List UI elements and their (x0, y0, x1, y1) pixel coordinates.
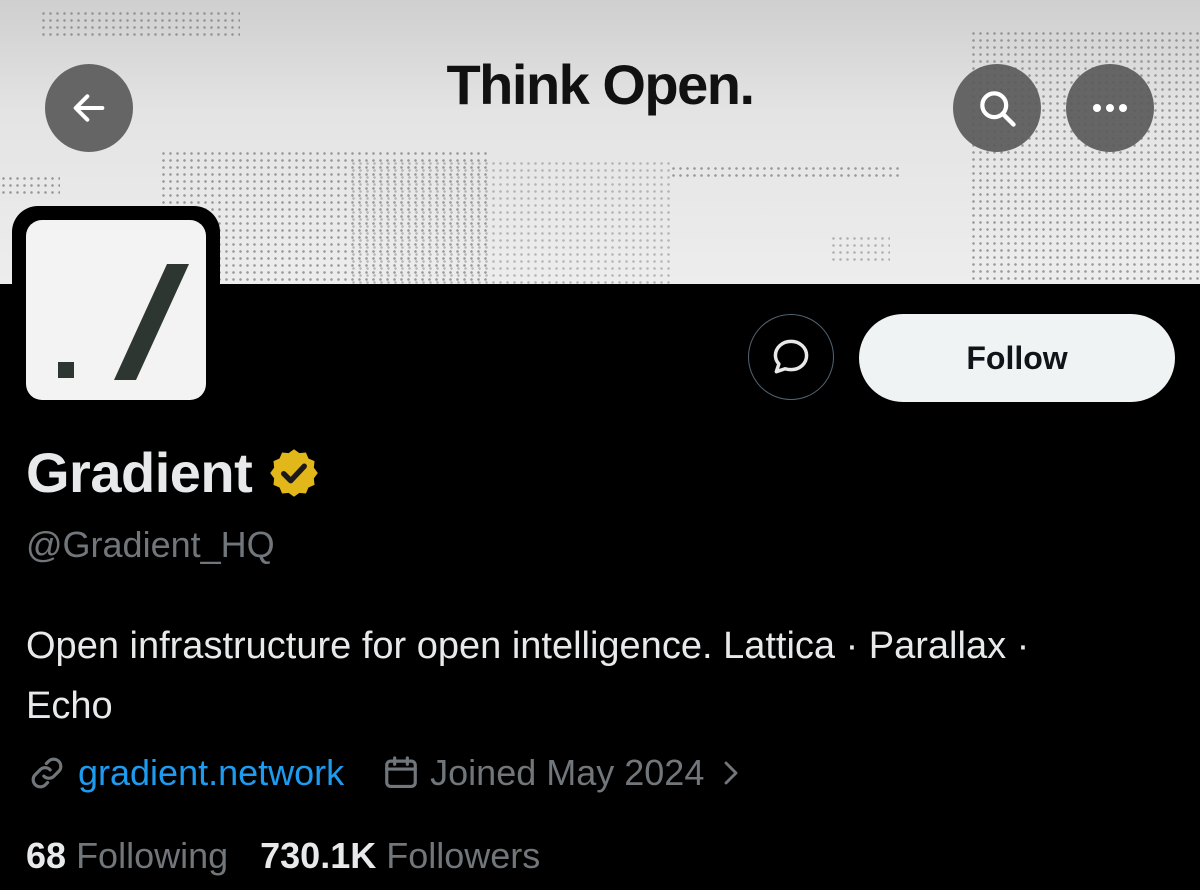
profile-handle: @Gradient_HQ (26, 524, 275, 565)
followers-label: Followers (386, 835, 541, 876)
banner-dot-pattern (350, 160, 670, 284)
message-bubble-icon (773, 339, 809, 374)
joined-date[interactable]: Joined May 2024 (430, 752, 704, 794)
banner-dot-pattern (0, 175, 60, 195)
followers-stat[interactable]: 730.1K Followers (260, 835, 540, 877)
gradient-logo-icon (58, 264, 189, 380)
chevron-right-icon[interactable] (716, 758, 746, 788)
arrow-left-icon (73, 94, 105, 122)
profile-name: Gradient (26, 441, 253, 504)
following-label: Following (76, 835, 229, 876)
profile-name-row: Gradient (26, 440, 322, 505)
following-count: 68 (26, 835, 67, 876)
search-button[interactable] (953, 64, 1041, 152)
website-link[interactable]: gradient.network (78, 752, 344, 794)
more-options-button[interactable] (1066, 64, 1154, 152)
follow-button[interactable]: Follow (859, 314, 1175, 402)
message-button[interactable] (748, 314, 834, 400)
following-stat[interactable]: 68 Following (26, 835, 228, 877)
profile-meta-row: gradient.network Joined May 2024 (28, 752, 746, 794)
banner-dot-pattern (830, 235, 890, 263)
banner-dot-pattern (670, 165, 900, 179)
banner-dot-pattern (40, 10, 240, 38)
gradient-logo (26, 220, 206, 400)
profile-stats: 68 Following 730.1K Followers (26, 835, 540, 877)
profile-avatar[interactable] (12, 206, 220, 414)
link-icon (31, 757, 63, 789)
back-button[interactable] (45, 64, 133, 152)
followers-count: 730.1K (260, 835, 377, 876)
profile-bio: Open infrastructure for open intelligenc… (26, 625, 1030, 727)
calendar-icon (385, 756, 417, 789)
verified-badge-icon (270, 448, 319, 497)
more-horizontal-icon (1093, 104, 1127, 112)
search-icon (980, 91, 1016, 127)
